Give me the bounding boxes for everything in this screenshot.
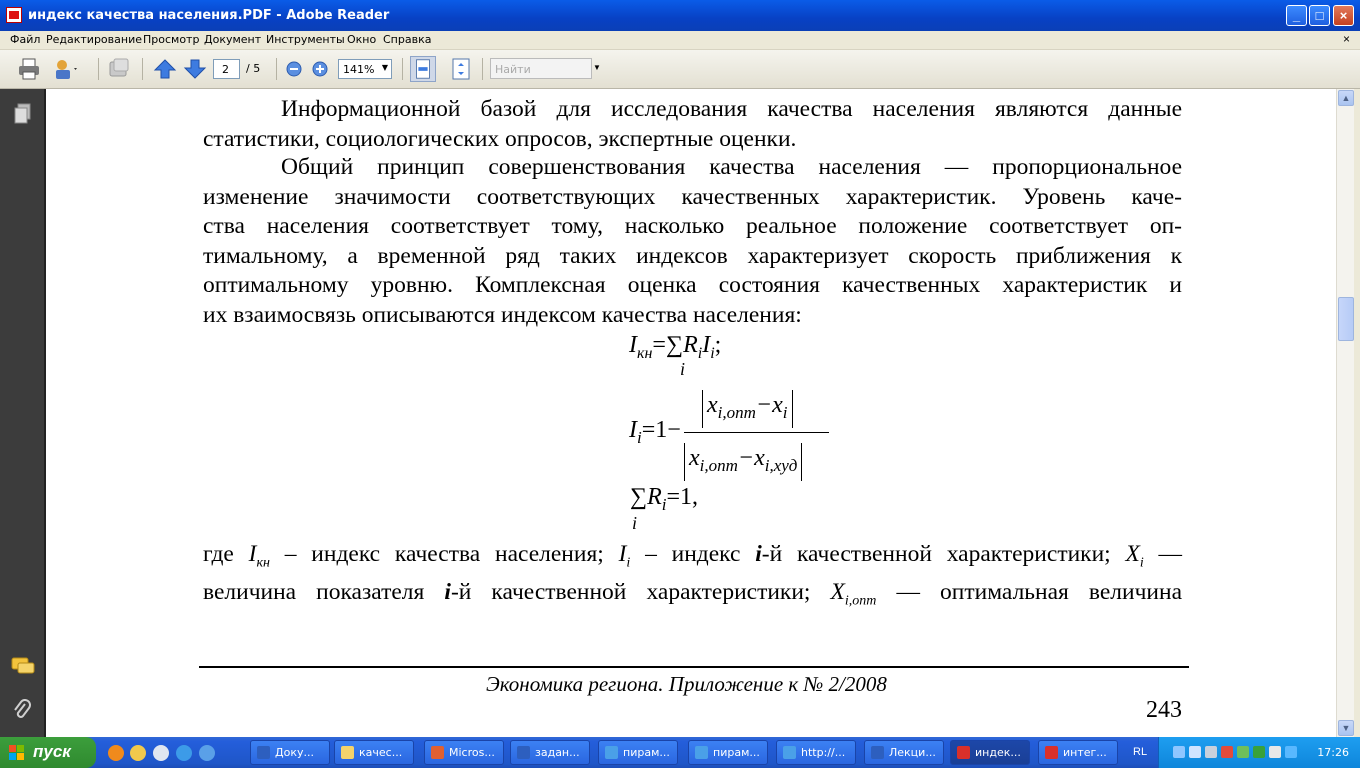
toolbar: 2 / 5 141% ▼ Найти ▼	[0, 50, 1360, 89]
text-line: их взаимосвязь описываются индексом каче…	[203, 301, 802, 328]
display-icon[interactable]	[1189, 746, 1201, 758]
navigation-pane	[0, 89, 46, 737]
formula-weights-sum: ∑Ri=1,	[630, 484, 699, 514]
text-line: оптимальному уровню. Комплексная оценка …	[203, 272, 1182, 298]
start-label: пуск	[33, 742, 71, 761]
zoom-in-icon[interactable]	[310, 59, 330, 79]
attachments-icon[interactable]	[12, 699, 32, 723]
window-title: индекс качества населения.PDF - Adobe Re…	[28, 8, 390, 23]
menu-tools[interactable]: Инструменты	[266, 33, 345, 46]
pages-icon[interactable]	[13, 103, 33, 125]
fit-page-icon[interactable]	[448, 56, 474, 82]
task-integral-pdf[interactable]: интег...	[1038, 740, 1118, 765]
formula-quality-index: Iкн=∑RiIi;	[629, 332, 722, 362]
windows-logo-icon	[9, 745, 24, 760]
scroll-thumb[interactable]	[1338, 297, 1354, 341]
close-document-icon[interactable]: ×	[1343, 32, 1350, 46]
collaborate-icon[interactable]	[106, 56, 132, 82]
vertical-scrollbar[interactable]: ▲ ▼	[1336, 89, 1355, 737]
text-line: ства населения соответствует тому, наско…	[203, 213, 1182, 239]
chevron-down-icon: ▼	[381, 63, 388, 72]
ie-icon[interactable]	[176, 745, 192, 761]
text-line: статистики, социологических опросов, экс…	[203, 125, 797, 152]
language-indicator[interactable]: RL	[1133, 746, 1147, 758]
menu-view[interactable]: Просмотр	[143, 33, 199, 46]
previous-page-icon[interactable]	[152, 56, 178, 82]
page-number: 243	[1146, 697, 1182, 723]
formula-partial-index-left: Ii=1−	[629, 417, 681, 447]
menu-bar: Файл Редактирование Просмотр Документ Ин…	[0, 31, 1360, 50]
antivirus-icon[interactable]	[1221, 746, 1233, 758]
text-line: изменение значимости соответствующих кач…	[203, 183, 1182, 210]
comments-icon[interactable]	[11, 657, 35, 677]
maximize-button[interactable]: □	[1309, 5, 1330, 26]
task-quality-index-pdf[interactable]: индек...	[950, 740, 1030, 765]
paragraph-definitions: где Iкн – индекс качества населения; Ii …	[203, 540, 1182, 616]
start-button[interactable]: пуск	[0, 737, 96, 768]
text-line: тимальному, а временной ряд таких индекс…	[203, 242, 1182, 269]
taskbar: пуск Доку... качес... Micros... задан...…	[0, 737, 1360, 768]
document-page: Информационной базой для исследования ка…	[46, 89, 1336, 737]
close-button[interactable]: ×	[1333, 5, 1354, 26]
formula-weights-sum-index: i	[632, 513, 638, 533]
task-lecture[interactable]: Лекци...	[864, 740, 944, 765]
menu-window[interactable]: Окно	[347, 33, 376, 46]
footer-rule	[199, 666, 1189, 668]
paragraph-principle: Общий принцип совершенствования качества…	[203, 153, 1182, 330]
text-line: Общий принцип совершенствования качества…	[281, 154, 1182, 180]
search-input[interactable]: Найти	[490, 58, 592, 79]
update-icon[interactable]	[1237, 746, 1249, 758]
zoom-select[interactable]: 141% ▼	[338, 59, 392, 79]
scroll-up-icon[interactable]: ▲	[1338, 90, 1354, 106]
desktop-icon[interactable]	[199, 745, 215, 761]
system-tray: 17:26	[1158, 737, 1360, 768]
task-pyramid-1[interactable]: пирам...	[598, 740, 678, 765]
menu-file[interactable]: Файл	[10, 33, 40, 46]
print-icon[interactable]	[16, 56, 42, 82]
fraction-bar	[684, 432, 829, 433]
volume-icon[interactable]	[1269, 746, 1281, 758]
task-http[interactable]: http://...	[776, 740, 856, 765]
text-line: где Iкн – индекс качества населения; Ii …	[203, 541, 1183, 571]
pdf-icon	[6, 7, 22, 23]
task-microsoft[interactable]: Micros...	[424, 740, 504, 765]
task-assignment[interactable]: задан...	[510, 740, 590, 765]
security-icon[interactable]	[1253, 746, 1265, 758]
messenger-icon[interactable]	[1285, 746, 1297, 758]
formula-sum-index: i	[680, 359, 686, 379]
network-icon[interactable]	[1173, 746, 1185, 758]
task-pyramid-2[interactable]: пирам...	[688, 740, 768, 765]
page-total: / 5	[246, 62, 261, 75]
paragraph-data-sources: Информационной базой для исследования ка…	[203, 95, 1182, 154]
task-folder[interactable]: качес...	[334, 740, 414, 765]
text-line: величина показателя i-й качественной хар…	[203, 579, 1182, 609]
menu-edit[interactable]: Редактирование	[46, 33, 142, 46]
minimize-button[interactable]: _	[1286, 5, 1307, 26]
share-icon[interactable]	[52, 56, 78, 82]
next-page-icon[interactable]	[182, 56, 208, 82]
zoom-value: 141%	[343, 63, 375, 76]
opera-icon[interactable]	[108, 745, 124, 761]
page-footer: Экономика региона. Приложение к № 2/2008	[486, 672, 887, 696]
formula-numerator: xi,опт−xi	[702, 390, 793, 428]
monitor-icon[interactable]	[1205, 746, 1217, 758]
zoom-out-icon[interactable]	[284, 59, 304, 79]
menu-document[interactable]: Документ	[204, 33, 261, 46]
title-bar: индекс качества населения.PDF - Adobe Re…	[0, 0, 1360, 31]
task-word-doc[interactable]: Доку...	[250, 740, 330, 765]
scroll-down-icon[interactable]: ▼	[1338, 720, 1354, 736]
clock: 17:26	[1317, 746, 1349, 759]
menu-help[interactable]: Справка	[383, 33, 431, 46]
mail-icon[interactable]	[130, 745, 146, 761]
fit-width-icon[interactable]	[410, 56, 436, 82]
text-line: Информационной базой для исследования ка…	[281, 96, 1182, 122]
formula-denominator: xi,опт−xi,худ	[684, 443, 803, 481]
search-options-chevron-icon[interactable]: ▼	[593, 63, 601, 72]
media-icon[interactable]	[153, 745, 169, 761]
page-number-input[interactable]: 2	[213, 59, 240, 79]
